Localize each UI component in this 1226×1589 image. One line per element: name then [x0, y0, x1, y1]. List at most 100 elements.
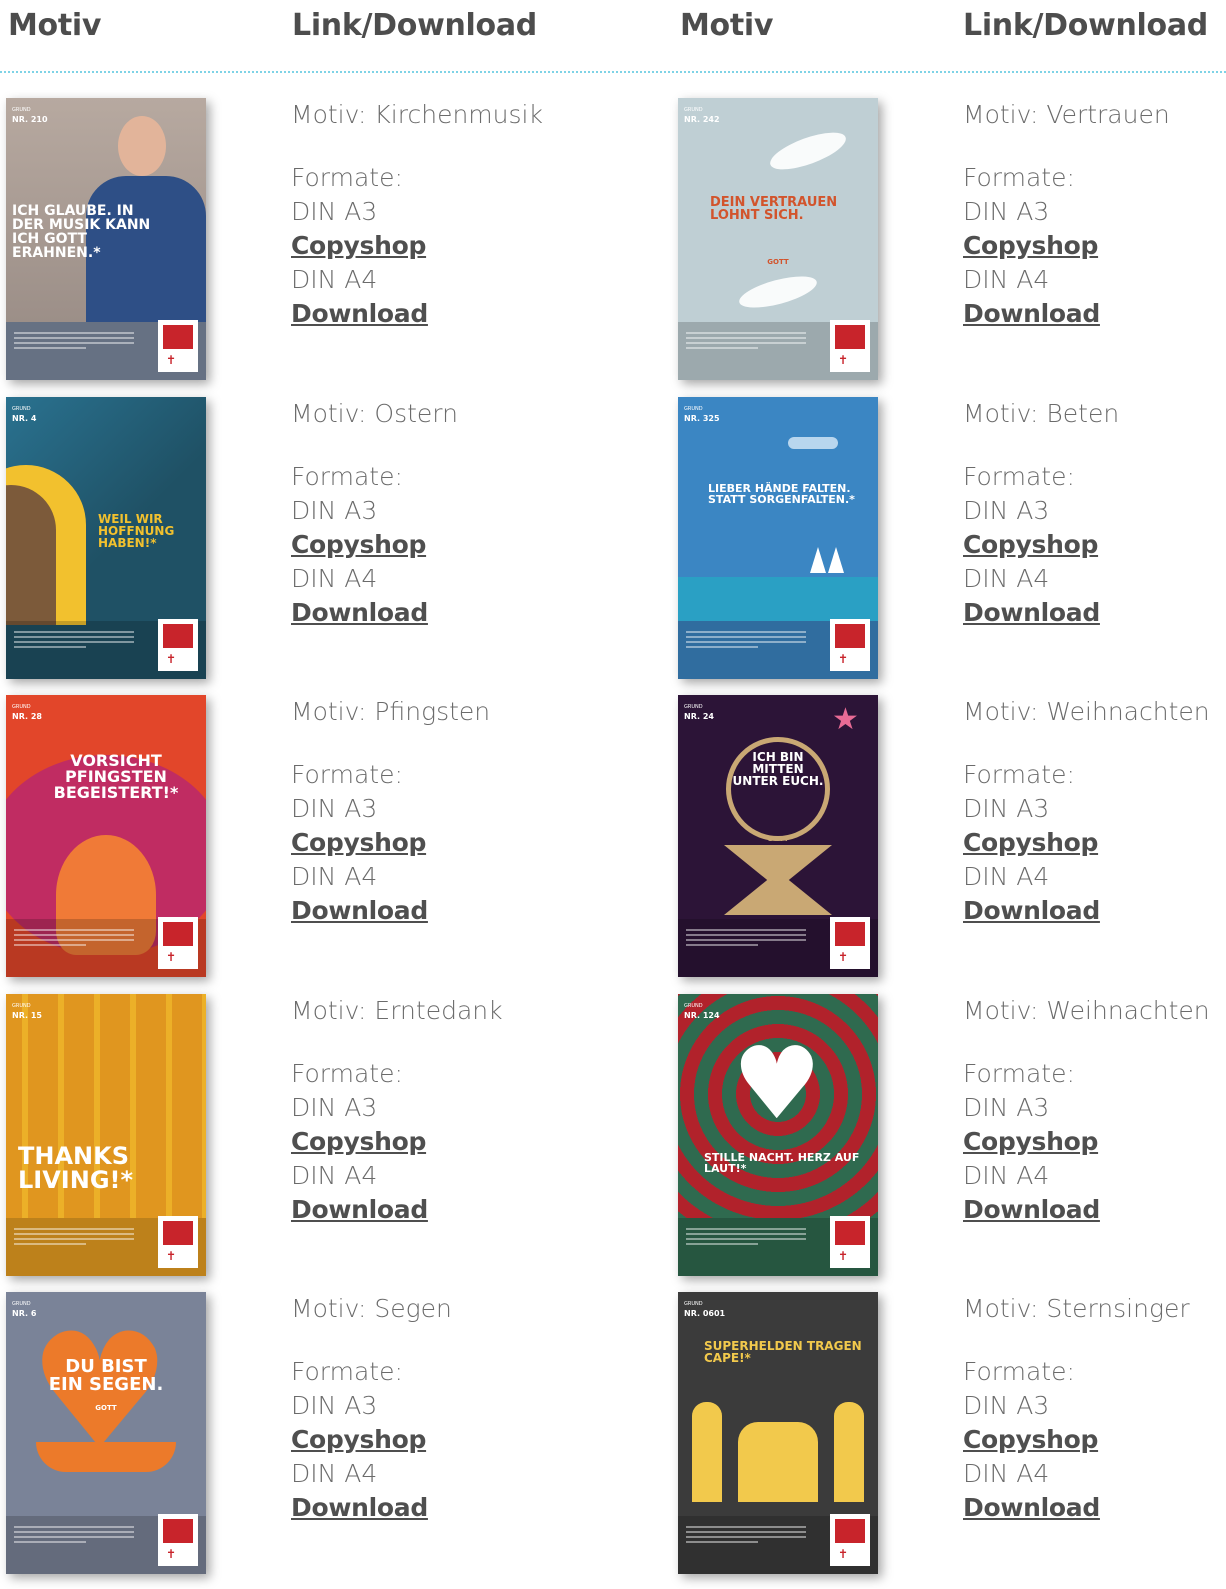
column-header-link-right: Link/Download [963, 8, 1208, 43]
1000-gute-gruende-logo: ✝ [158, 917, 198, 969]
download-link[interactable]: Download [963, 596, 1119, 630]
poster-thumbnail[interactable]: ♥ GRUND NR. 124 STILLE NACHT. HERZ AUF LAU… [678, 994, 878, 1276]
copyshop-link[interactable]: Copyshop [291, 826, 490, 860]
poster-number: GRUND NR. 4 [12, 406, 37, 423]
din-a4-label: DIN A4 [291, 1161, 378, 1190]
feather-icon [736, 270, 820, 314]
formate-label: Formate: [963, 1059, 1075, 1088]
poster-slogan: DEIN VERTRAUEN LOHNT SICH. [710, 195, 838, 223]
motiv-title: Motiv: Ostern [291, 399, 458, 428]
sailboat-icon [810, 547, 826, 573]
poster-slogan: SUPERHELDEN TRAGEN CAPE!* [704, 1339, 862, 1365]
copyshop-link[interactable]: Copyshop [291, 528, 458, 562]
1000-gute-gruende-logo: ✝ [158, 320, 198, 372]
din-a3-label: DIN A3 [963, 794, 1050, 823]
copyshop-link[interactable]: Copyshop [963, 826, 1210, 860]
1000-gute-gruende-logo: ✝ [158, 1514, 198, 1566]
download-link[interactable]: Download [963, 1193, 1210, 1227]
motiv-title: Motiv: Erntedank [291, 996, 503, 1025]
poster-thumbnail[interactable]: GRUND NR. 325 LIEBER HÄNDE FALTEN. STATT … [678, 397, 878, 679]
poster-footer-text [14, 929, 134, 949]
poster-footer: ✝ [678, 619, 878, 679]
poster-slogan: LIEBER HÄNDE FALTEN. STATT SORGENFALTEN.… [708, 482, 855, 506]
copyshop-link[interactable]: Copyshop [291, 1125, 503, 1159]
copyshop-link[interactable]: Copyshop [963, 1125, 1210, 1159]
poster-slogan: DU BIST EIN SEGEN. [48, 1356, 164, 1395]
formate-label: Formate: [291, 1059, 403, 1088]
download-link[interactable]: Download [291, 1193, 503, 1227]
poster-thumbnail[interactable]: ♥ GRUND NR. 6 DU BIST EIN SEGEN. GOTT ✝ [6, 1292, 206, 1574]
poster-info: Motiv: Pfingsten Formate: DIN A3 Copysho… [291, 695, 490, 928]
copyshop-link[interactable]: Copyshop [291, 1423, 452, 1457]
poster-info: Motiv: Weihnachten Formate: DIN A3 Copys… [963, 695, 1210, 928]
poster-number: GRUND NR. 24 [684, 704, 714, 721]
sea [678, 577, 878, 621]
motiv-title: Motiv: Kirchenmusik [291, 100, 543, 129]
poster-signature: GOTT [95, 1404, 117, 1412]
copyshop-link[interactable]: Copyshop [963, 229, 1170, 263]
poster-thumbnail[interactable]: ★ GRUND NR. 24 ICH BIN MITTEN UNTER EUCH.… [678, 695, 878, 977]
poster-footer-text [686, 929, 806, 949]
poster-thumbnail[interactable]: GRUND NR. 4 WEIL WIR HOFFNUNG HABEN!* ✝ [6, 397, 206, 679]
copyshop-link[interactable]: Copyshop [963, 528, 1119, 562]
poster-slogan: STILLE NACHT. HERZ AUF LAUT!* [704, 1151, 860, 1175]
1000-gute-gruende-logo: ✝ [830, 917, 870, 969]
download-link[interactable]: Download [963, 1491, 1190, 1525]
manger-icon [724, 845, 832, 915]
poster-number: GRUND NR. 28 [12, 704, 42, 721]
download-link[interactable]: Download [291, 894, 490, 928]
copyshop-link[interactable]: Copyshop [291, 229, 543, 263]
poster-thumbnail[interactable]: GRUND NR. 28 VORSICHT PFINGSTEN BEGEISTER… [6, 695, 206, 977]
din-a4-label: DIN A4 [963, 265, 1050, 294]
download-link[interactable]: Download [963, 297, 1170, 331]
poster-info: Motiv: Ostern Formate: DIN A3 Copyshop D… [291, 397, 458, 630]
poster-number: GRUND NR. 0601 [684, 1301, 726, 1318]
din-a4-label: DIN A4 [963, 564, 1050, 593]
motiv-title: Motiv: Vertrauen [963, 100, 1170, 129]
poster-slogan: VORSICHT PFINGSTEN BEGEISTERT!* [53, 751, 179, 802]
motiv-title: Motiv: Sternsinger [963, 1294, 1190, 1323]
download-link[interactable]: Download [291, 596, 458, 630]
poster-info: Motiv: Erntedank Formate: DIN A3 Copysho… [291, 994, 503, 1227]
1000-gute-gruende-logo: ✝ [158, 619, 198, 671]
motiv-title: Motiv: Weihnachten [963, 996, 1210, 1025]
1000-gute-gruende-logo: ✝ [158, 1216, 198, 1268]
formate-label: Formate: [963, 760, 1075, 789]
din-a3-label: DIN A3 [963, 1093, 1050, 1122]
poster-thumbnail[interactable]: GRUND NR. 15 THANKS LIVING!* ✝ [6, 994, 206, 1276]
formate-label: Formate: [291, 462, 403, 491]
poster-signature: GOTT [767, 258, 789, 266]
poster-number: GRUND NR. 124 [684, 1003, 720, 1020]
download-link[interactable]: Download [291, 1491, 452, 1525]
poster-footer-text [14, 1526, 134, 1546]
hero-silhouette-icon [834, 1402, 864, 1502]
poster-footer: ✝ [6, 917, 206, 977]
formate-label: Formate: [963, 462, 1075, 491]
motiv-title: Motiv: Weihnachten [963, 697, 1210, 726]
download-link[interactable]: Download [963, 894, 1210, 928]
poster-footer: ✝ [678, 1216, 878, 1276]
poster-footer-text [686, 1228, 806, 1248]
motiv-title: Motiv: Segen [291, 1294, 452, 1323]
poster-thumbnail[interactable]: GRUND NR. 0601 SUPERHELDEN TRAGEN CAPE!* … [678, 1292, 878, 1574]
poster-footer-text [686, 631, 806, 651]
copyshop-link[interactable]: Copyshop [963, 1423, 1190, 1457]
column-header-motiv-left: Motiv [8, 8, 102, 43]
poster-footer: ✝ [678, 917, 878, 977]
column-header-motiv-right: Motiv [680, 8, 774, 43]
heart-icon: ♥ [732, 1025, 822, 1142]
poster-thumbnail[interactable]: GRUND NR. 210 ICH GLAUBE. IN DER MUSIK KA… [6, 98, 206, 380]
poster-thumbnail[interactable]: GRUND NR. 242 DEIN VERTRAUEN LOHNT SICH. G… [678, 98, 878, 380]
formate-label: Formate: [963, 1357, 1075, 1386]
download-link[interactable]: Download [291, 297, 543, 331]
formate-label: Formate: [291, 1357, 403, 1386]
poster-number: GRUND NR. 210 [12, 107, 48, 124]
din-a3-label: DIN A3 [291, 197, 378, 226]
poster-info: Motiv: Vertrauen Formate: DIN A3 Copysho… [963, 98, 1170, 331]
din-a3-label: DIN A3 [291, 496, 378, 525]
sailboat-icon [828, 547, 844, 573]
formate-label: Formate: [291, 163, 403, 192]
poster-footer-text [686, 332, 806, 352]
din-a4-label: DIN A4 [291, 564, 378, 593]
kings-silhouette-icon [738, 1422, 818, 1502]
